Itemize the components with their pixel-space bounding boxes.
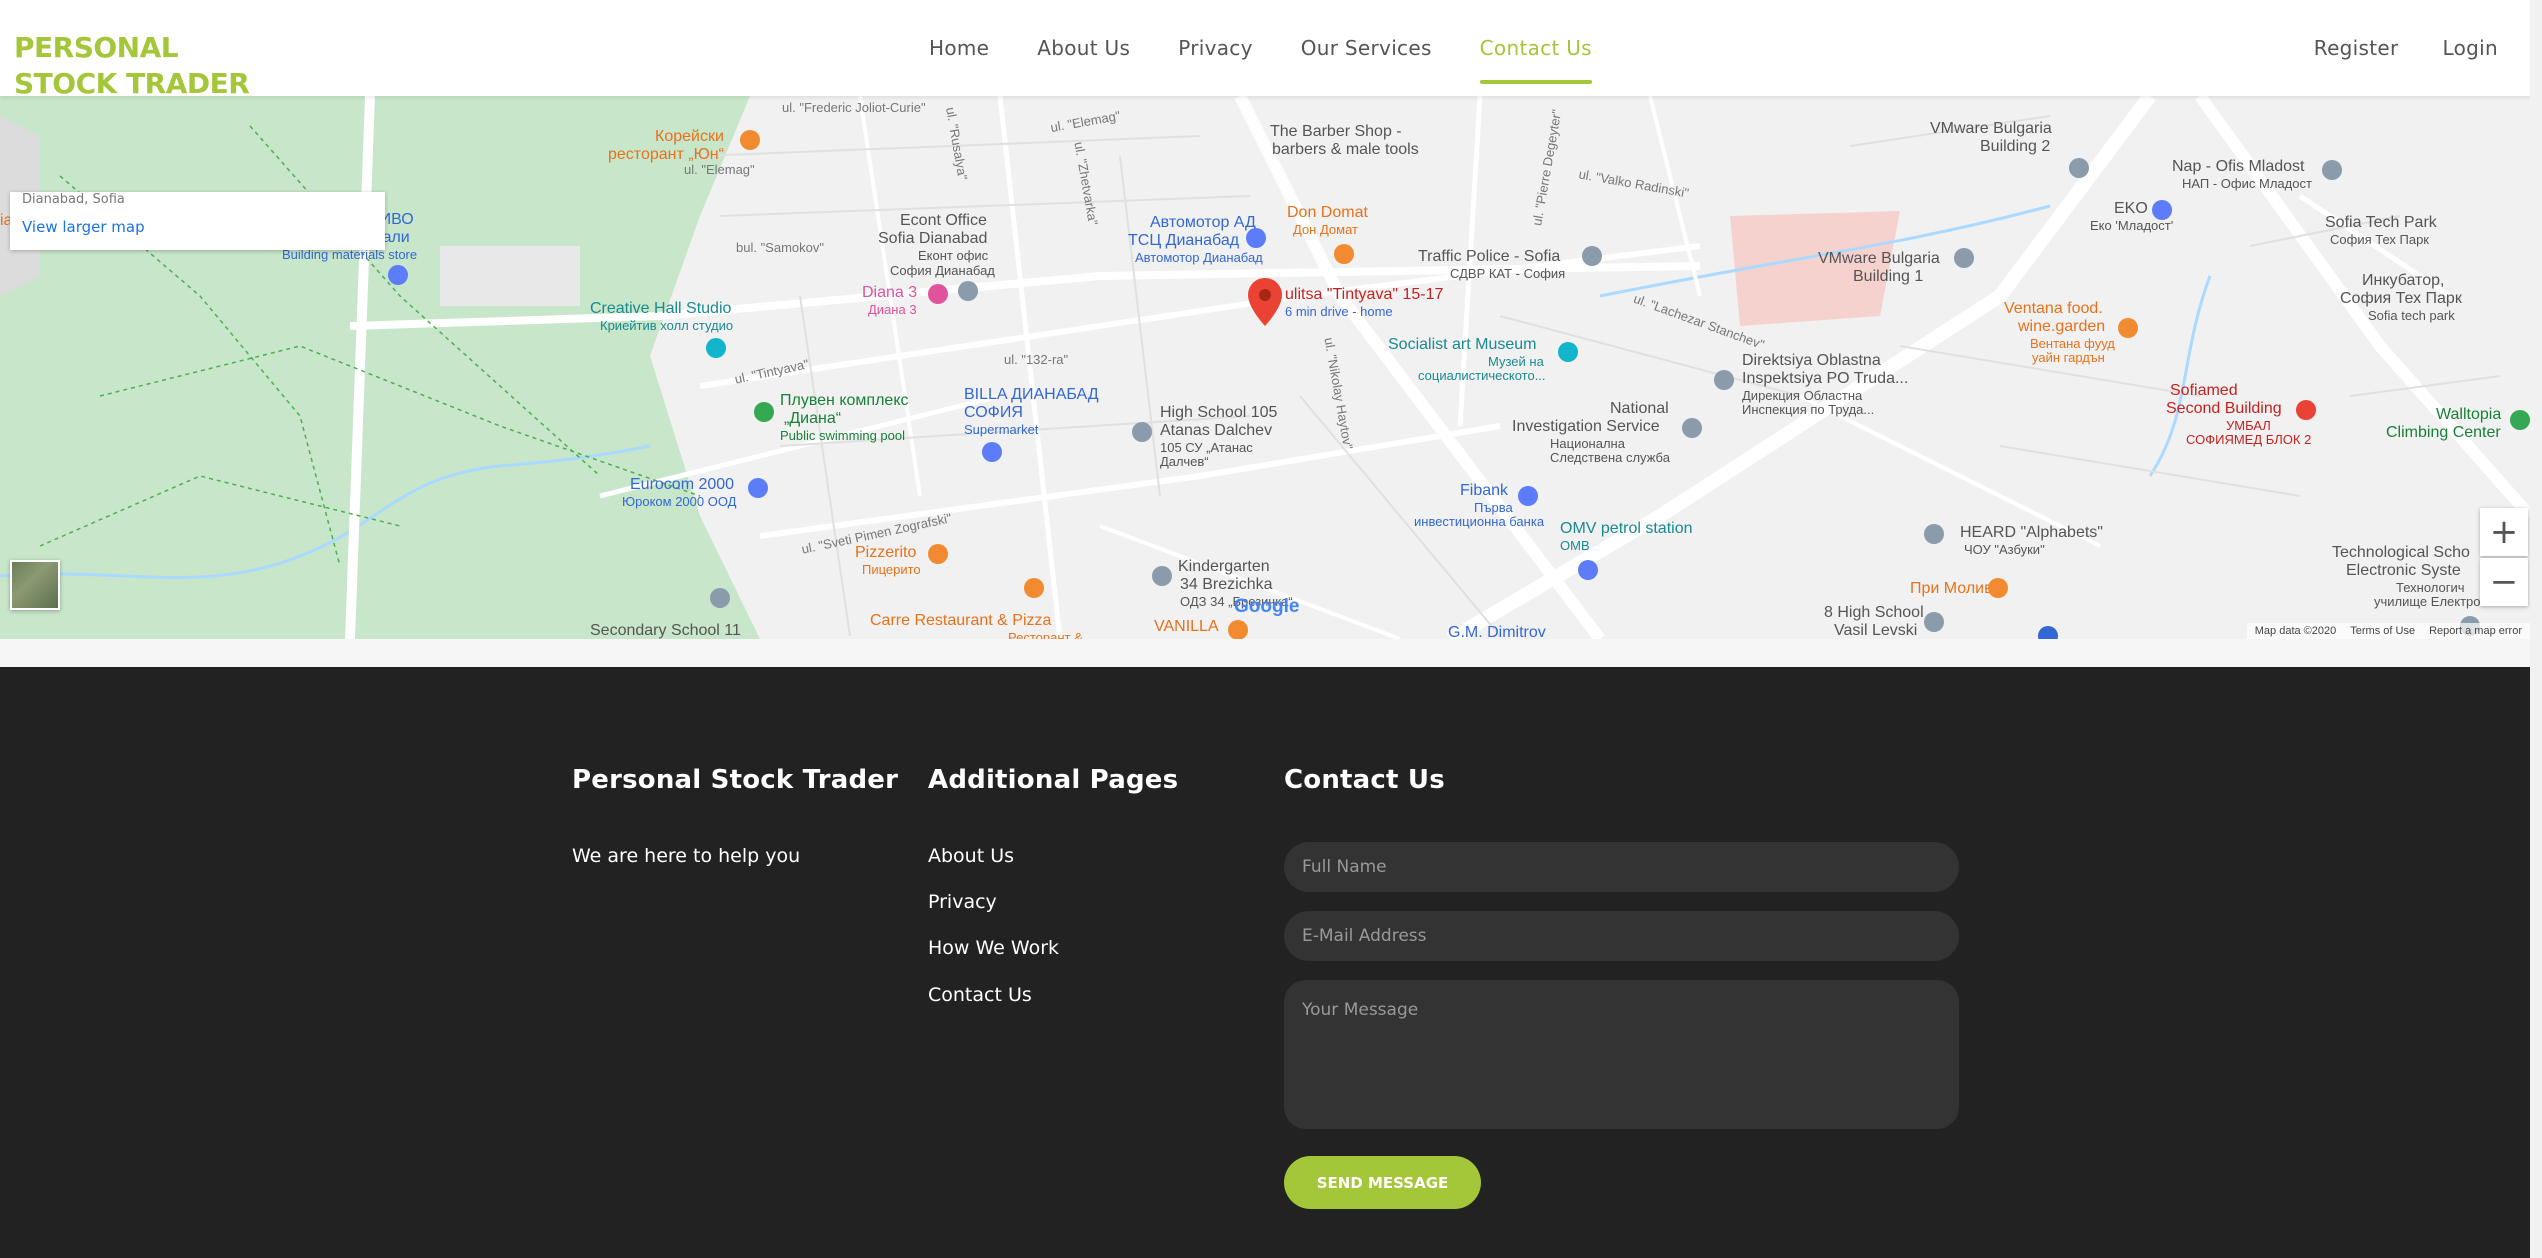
register-link[interactable]: Register	[2292, 36, 2421, 60]
google-logo: Google	[1234, 596, 1300, 617]
page-scrollbar[interactable]	[2530, 0, 2542, 1258]
auth-links: Register Login	[2292, 0, 2520, 96]
site-logo[interactable]: PERSONAL STOCK TRADER	[14, 30, 250, 102]
zoom-out-button[interactable]: −	[2480, 558, 2528, 606]
footer-brand-title: Personal Stock Trader	[572, 765, 899, 795]
satellite-toggle[interactable]	[10, 560, 60, 610]
view-larger-map-link[interactable]: View larger map	[22, 218, 145, 236]
footer-contact-title: Contact Us	[1284, 765, 1445, 795]
nav-our-services[interactable]: Our Services	[1277, 0, 1456, 96]
terms-link[interactable]: Terms of Use	[2350, 625, 2415, 637]
section-divider	[0, 639, 2542, 667]
footer-pages-title: Additional Pages	[928, 765, 1179, 795]
page: PERSONAL STOCK TRADER Home About Us Priv…	[0, 0, 2542, 1258]
footer-link-privacy[interactable]: Privacy	[928, 891, 997, 913]
nav-privacy[interactable]: Privacy	[1154, 0, 1277, 96]
map-data-label: Map data ©2020	[2254, 625, 2337, 637]
report-error-link[interactable]: Report a map error	[2429, 625, 2522, 637]
logo-line-1: PERSONAL	[14, 31, 179, 64]
email-input[interactable]: E-Mail Address	[1284, 911, 1959, 961]
nav-about-us[interactable]: About Us	[1013, 0, 1154, 96]
nav-home[interactable]: Home	[905, 0, 1013, 96]
login-link[interactable]: Login	[2421, 36, 2520, 60]
footer-tagline: We are here to help you	[572, 845, 801, 867]
footer-link-contact-us[interactable]: Contact Us	[928, 984, 1032, 1006]
site-footer: Personal Stock Trader We are here to hel…	[0, 667, 2530, 1258]
send-message-button[interactable]: SEND MESSAGE	[1284, 1156, 1481, 1209]
nav-contact-us[interactable]: Contact Us	[1456, 0, 1616, 96]
footer-link-about-us[interactable]: About Us	[928, 845, 1014, 867]
main-nav: Home About Us Privacy Our Services Conta…	[905, 0, 1616, 96]
full-name-input[interactable]: Full Name	[1284, 842, 1959, 892]
poi-pin-icon	[388, 130, 2530, 639]
map-info-card: Dianabad, Sofia View larger map	[10, 192, 385, 250]
site-header: PERSONAL STOCK TRADER Home About Us Priv…	[0, 0, 2542, 100]
map-card-address: Dianabad, Sofia	[22, 192, 125, 207]
embedded-map[interactable]: Корейски ресторант „Юн“ Магазин ТОПЛИВО …	[0, 96, 2530, 639]
map-attribution: Map data ©2020 Terms of Use Report a map…	[2246, 623, 2530, 639]
footer-link-how-we-work[interactable]: How We Work	[928, 937, 1059, 959]
zoom-in-button[interactable]: +	[2480, 508, 2528, 556]
poi-icons	[388, 130, 2530, 639]
logo-line-2: STOCK TRADER	[14, 67, 250, 100]
message-textarea[interactable]: Your Message	[1284, 980, 1959, 1129]
